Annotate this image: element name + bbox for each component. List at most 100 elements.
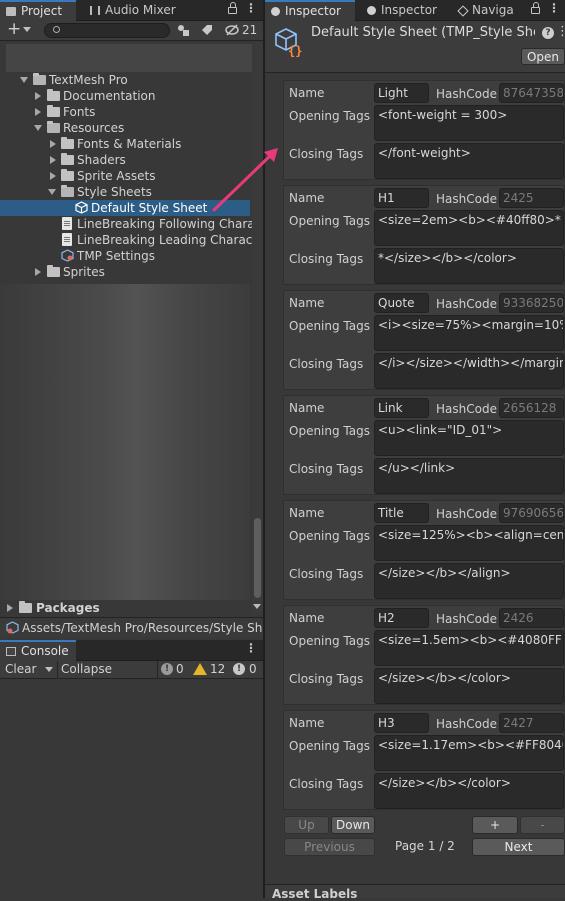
move-up-button[interactable]: Up — [284, 816, 329, 834]
move-down-button[interactable]: Down — [331, 816, 375, 834]
tab-inspector-1[interactable]: Inspector — [265, 0, 355, 21]
fold-closed-icon[interactable] — [50, 140, 56, 148]
fold-closed-icon[interactable] — [35, 268, 41, 276]
project-scrollbar[interactable] — [252, 42, 263, 614]
style-sheet-icon — [6, 621, 19, 634]
help-icon[interactable]: ? — [542, 27, 554, 39]
closing-tags-field[interactable]: </i></size></width></margin> — [374, 353, 564, 389]
settings-icon[interactable]: ⋮ — [556, 24, 565, 39]
closing-tags-field[interactable]: *</size></b></color> — [374, 248, 564, 284]
tree-item-sprites[interactable]: Sprites — [0, 264, 252, 280]
style-name-field[interactable]: Title — [374, 503, 429, 523]
create-button[interactable]: + — [7, 19, 21, 39]
tab-audio-mixer[interactable]: Audio Mixer — [84, 0, 184, 21]
opening-tags-field[interactable]: <u><link="ID_01"> — [374, 420, 564, 456]
tree-item-linebreaking-leading[interactable]: LineBreaking Leading Characters — [0, 232, 252, 248]
info-icon — [367, 6, 376, 15]
tree-item-linebreaking-following[interactable]: LineBreaking Following Characters — [0, 216, 252, 232]
scroll-down-arrow-icon[interactable] — [253, 604, 261, 609]
opening-tags-field[interactable]: <size=125%><b><align=center> — [374, 525, 564, 561]
text-file-icon — [62, 233, 72, 246]
closing-tags-field[interactable]: </u></link> — [374, 458, 564, 494]
tab-project[interactable]: Project — [0, 0, 76, 21]
annotation-arrow — [212, 148, 278, 212]
settings-asset-icon — [61, 249, 74, 262]
fold-closed-icon[interactable] — [35, 92, 41, 100]
style-entry: Name Title HashCode976906560 Opening Tags <s… — [283, 500, 565, 600]
fold-closed-icon[interactable] — [50, 156, 56, 164]
more-options-icon[interactable]: ⋮ — [244, 1, 258, 15]
tree-item-packages[interactable]: Packages — [0, 600, 252, 616]
fold-closed-icon[interactable] — [7, 604, 13, 612]
more-options-icon[interactable]: ⋮ — [547, 1, 561, 15]
fold-closed-icon[interactable] — [50, 172, 56, 180]
hashcode-label: HashCode — [436, 612, 497, 626]
hidden-packages-icon[interactable] — [225, 24, 239, 36]
closing-tags-field[interactable]: </size></b></color> — [374, 668, 564, 704]
fold-open-icon[interactable] — [34, 125, 42, 131]
open-button[interactable]: Open — [521, 48, 565, 65]
style-name-field[interactable]: H2 — [374, 608, 429, 628]
chevron-down-icon[interactable] — [45, 667, 53, 672]
style-name-field[interactable]: Link — [374, 398, 429, 418]
search-input[interactable] — [44, 23, 170, 38]
next-page-button[interactable]: Next — [472, 838, 565, 856]
folder-icon — [47, 105, 60, 117]
collapse-button[interactable]: Collapse — [61, 662, 112, 676]
label-tag-icon[interactable] — [201, 24, 213, 36]
tab-inspector-2[interactable]: Inspector — [361, 0, 445, 21]
opening-tags-field[interactable]: <font-weight = 300> — [374, 105, 564, 141]
style-name-field[interactable]: Light — [374, 83, 429, 103]
search-icon — [53, 26, 60, 33]
style-name-field[interactable]: H3 — [374, 713, 429, 733]
warning-count: 12 — [210, 662, 226, 676]
fold-open-icon[interactable] — [48, 189, 56, 195]
chevron-down-icon[interactable] — [23, 27, 31, 32]
opening-tags-field[interactable]: <size=1.17em><b><#FF8040> — [374, 735, 564, 771]
info-icon[interactable]: ! — [161, 663, 173, 675]
hashcode-label: HashCode — [436, 297, 497, 311]
fold-open-icon[interactable] — [20, 77, 28, 83]
style-name-field[interactable]: Quote — [374, 293, 429, 313]
console-tab-bar: Console ⋮ — [0, 640, 263, 661]
more-options-icon[interactable]: ⋮ — [244, 641, 258, 655]
opening-tags-field[interactable]: <size=1.5em><b><#4080FF> — [374, 630, 564, 666]
tree-item-tmp-settings[interactable]: TMP Settings — [0, 248, 252, 264]
inspector-header: {} Default Style Sheet (TMP_Style Sheet)… — [265, 21, 565, 73]
folder-icon — [19, 601, 32, 613]
tab-console[interactable]: Console — [0, 640, 76, 661]
fold-closed-icon[interactable] — [35, 108, 41, 116]
opening-tags-label: Opening Tags — [289, 424, 370, 438]
tab-navigation[interactable]: Naviga — [453, 0, 523, 21]
lock-icon[interactable] — [531, 2, 540, 14]
info-icon — [271, 7, 280, 16]
closing-tags-field[interactable]: </size></b></color> — [374, 773, 564, 809]
closing-tags-field[interactable]: </font-weight> — [374, 143, 564, 179]
style-name-field[interactable]: H1 — [374, 188, 429, 208]
closing-tags-field[interactable]: </size></b></align> — [374, 563, 564, 599]
remove-style-button[interactable]: - — [520, 816, 565, 834]
warning-icon[interactable] — [193, 663, 207, 675]
folder-open-icon — [33, 73, 46, 85]
scrollbar-thumb[interactable] — [254, 518, 261, 598]
name-label: Name — [289, 611, 325, 625]
opening-tags-field[interactable]: <size=2em><b><#40ff80>* — [374, 210, 564, 246]
lock-icon[interactable] — [228, 2, 237, 14]
inspector-title: Default Style Sheet (TMP_Style Sheet) — [311, 25, 535, 40]
hashcode-field: 876473580 — [499, 83, 564, 103]
clear-button[interactable]: Clear — [5, 662, 36, 676]
add-style-button[interactable]: + — [472, 816, 518, 834]
opening-tags-field[interactable]: <i><size=75%><margin=10%> — [374, 315, 564, 351]
tree-item-fonts[interactable]: Fonts — [0, 104, 252, 120]
panel-splitter[interactable] — [263, 0, 265, 898]
tree-item-documentation[interactable]: Documentation — [0, 88, 252, 104]
filter-by-type-icon[interactable] — [177, 24, 189, 36]
error-icon[interactable]: ! — [233, 663, 245, 675]
style-entry: Name H2 HashCode 2426 Opening Tags <size=1.5e… — [283, 605, 565, 705]
tree-item-textmesh-pro[interactable]: TextMesh Pro — [0, 72, 252, 88]
previous-page-button[interactable]: Previous — [284, 838, 375, 856]
divider — [157, 661, 158, 679]
tree-item-resources[interactable]: Resources — [0, 120, 252, 136]
style-entry: Name Light HashCode876473580 Opening Tags <f… — [283, 80, 565, 180]
path-bar: Assets/TextMesh Pro/Resources/Style Shee… — [0, 617, 263, 638]
